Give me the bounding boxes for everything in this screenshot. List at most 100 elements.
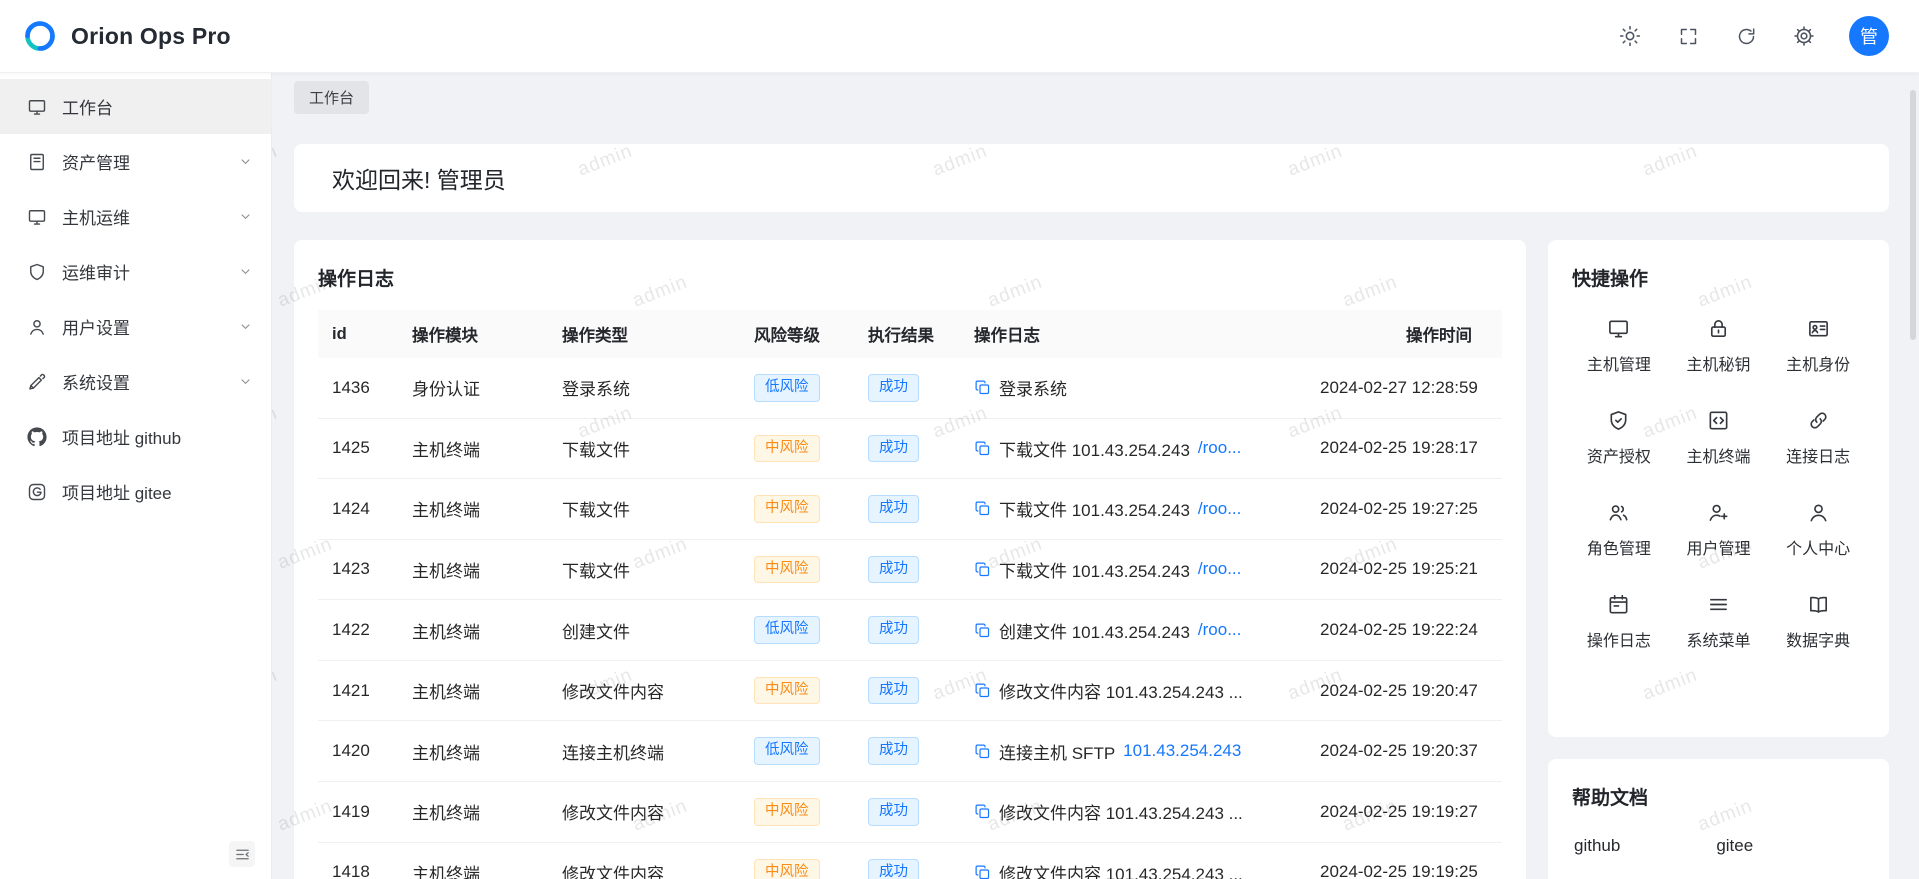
help-links: github gitee: [1572, 810, 1865, 856]
quick-action-asset-grant[interactable]: 资产授权: [1572, 409, 1666, 467]
quick-action-host-key[interactable]: 主机秘钥: [1672, 317, 1766, 375]
sidebar-item-gitee[interactable]: 项目地址 gitee: [0, 464, 271, 519]
watermark-text: admin: [272, 665, 281, 706]
copy-icon[interactable]: [974, 864, 991, 879]
log-link[interactable]: /roo...: [1198, 559, 1241, 579]
sidebar-item-label: 资产管理: [62, 149, 130, 174]
settings-gear-icon[interactable]: [1791, 23, 1817, 49]
cell-id: 1436: [318, 358, 398, 418]
copy-icon[interactable]: [974, 561, 991, 578]
sidebar-collapse-icon[interactable]: [229, 841, 255, 867]
table-row: 1424 主机终端 下载文件 中风险 成功 下载文件 101.43.254.24…: [318, 479, 1502, 540]
copy-icon[interactable]: [974, 803, 991, 820]
watermark-text: admin: [272, 141, 281, 182]
monitor-icon: [1607, 317, 1630, 340]
copy-icon[interactable]: [974, 622, 991, 639]
cell-log: 修改文件内容 101.43.254.243 ...: [960, 781, 1306, 842]
result-badge: 成功: [868, 374, 919, 402]
help-link-github[interactable]: github: [1574, 836, 1620, 856]
shield-icon: [27, 262, 47, 282]
chevron-down-icon: [238, 209, 253, 224]
cell-result: 成功: [854, 842, 960, 879]
log-link[interactable]: /roo...: [1198, 499, 1241, 519]
quick-action-system-menu[interactable]: 系统菜单: [1672, 593, 1766, 651]
table-header-row: id 操作模块 操作类型 风险等级 执行结果 操作日志 操作时间: [318, 310, 1502, 358]
team-icon: [1607, 501, 1630, 524]
cell-type: 修改文件内容: [548, 660, 740, 721]
user-avatar[interactable]: 管: [1849, 16, 1889, 56]
cell-module: 身份认证: [398, 358, 548, 418]
fullscreen-icon[interactable]: [1675, 23, 1701, 49]
sidebar-item-workbench[interactable]: 工作台: [0, 79, 271, 134]
sidebar-item-assets[interactable]: 资产管理: [0, 134, 271, 189]
cell-result: 成功: [854, 600, 960, 661]
log-text: 下载文件 101.43.254.243: [999, 436, 1190, 461]
quick-action-host-terminal[interactable]: 主机终端: [1672, 409, 1766, 467]
column-header-type: 操作类型: [548, 310, 740, 358]
risk-badge: 中风险: [754, 859, 820, 879]
log-text: 登录系统: [999, 375, 1067, 400]
quick-action-profile[interactable]: 个人中心: [1771, 501, 1865, 559]
risk-badge: 低风险: [754, 374, 820, 402]
log-link[interactable]: 101.43.254.243: [1123, 741, 1241, 761]
quick-action-data-dict[interactable]: 数据字典: [1771, 593, 1865, 651]
quick-action-role-manage[interactable]: 角色管理: [1572, 501, 1666, 559]
quick-actions-grid: 主机管理 主机秘钥 主机身份: [1572, 291, 1865, 651]
quick-action-connect-log[interactable]: 连接日志: [1771, 409, 1865, 467]
copy-icon[interactable]: [974, 440, 991, 457]
sidebar-item-label: 运维审计: [62, 259, 130, 284]
tab-workbench[interactable]: 工作台: [294, 81, 369, 114]
risk-badge: 中风险: [754, 556, 820, 584]
cell-type: 下载文件: [548, 418, 740, 479]
cell-risk: 中风险: [740, 781, 854, 842]
cell-type: 连接主机终端: [548, 721, 740, 782]
cell-risk: 低风险: [740, 358, 854, 418]
column-header-module: 操作模块: [398, 310, 548, 358]
cell-log: 修改文件内容 101.43.254.243 ...: [960, 842, 1306, 879]
copy-icon[interactable]: [974, 682, 991, 699]
cell-id: 1423: [318, 539, 398, 600]
table-row: 1420 主机终端 连接主机终端 低风险 成功 连接主机 SFTP: [318, 721, 1502, 782]
table-row: 1436 身份认证 登录系统 低风险 成功 登录系统: [318, 358, 1502, 418]
scrollbar-thumb[interactable]: [1910, 90, 1916, 340]
cell-risk: 中风险: [740, 418, 854, 479]
refresh-icon[interactable]: [1733, 23, 1759, 49]
tag-bar: 工作台: [272, 73, 1919, 122]
cell-risk: 中风险: [740, 660, 854, 721]
help-link-gitee[interactable]: gitee: [1716, 836, 1753, 856]
cell-log: 下载文件 101.43.254.243 /roo...: [960, 539, 1306, 600]
cell-module: 主机终端: [398, 842, 548, 879]
result-badge: 成功: [868, 616, 919, 644]
result-badge: 成功: [868, 798, 919, 826]
quick-action-user-manage[interactable]: 用户管理: [1672, 501, 1766, 559]
cell-module: 主机终端: [398, 781, 548, 842]
sidebar-item-audit[interactable]: 运维审计: [0, 244, 271, 299]
quick-action-operation-log[interactable]: 操作日志: [1572, 593, 1666, 651]
copy-icon[interactable]: [974, 379, 991, 396]
log-link[interactable]: /roo...: [1198, 438, 1241, 458]
watermark-text: admin: [272, 403, 281, 444]
cell-module: 主机终端: [398, 721, 548, 782]
cell-type: 修改文件内容: [548, 842, 740, 879]
theme-icon[interactable]: [1617, 23, 1643, 49]
sidebar-item-github[interactable]: 项目地址 github: [0, 409, 271, 464]
sidebar-item-system-settings[interactable]: 系统设置: [0, 354, 271, 409]
code-icon: [1707, 409, 1730, 432]
dashboard-icon: [27, 97, 47, 117]
cell-result: 成功: [854, 660, 960, 721]
quick-action-host-manage[interactable]: 主机管理: [1572, 317, 1666, 375]
chevron-down-icon: [238, 374, 253, 389]
sidebar-item-user-settings[interactable]: 用户设置: [0, 299, 271, 354]
result-badge: 成功: [868, 859, 919, 879]
log-link[interactable]: /roo...: [1198, 620, 1241, 640]
cell-time: 2024-02-25 19:22:24: [1306, 600, 1502, 661]
copy-icon[interactable]: [974, 500, 991, 517]
sidebar-item-host-ops[interactable]: 主机运维: [0, 189, 271, 244]
column-header-time: 操作时间: [1306, 310, 1502, 358]
cell-time: 2024-02-25 19:27:25: [1306, 479, 1502, 540]
column-header-id: id: [318, 310, 398, 358]
quick-action-host-identity[interactable]: 主机身份: [1771, 317, 1865, 375]
quick-actions-panel: 快捷操作 主机管理 主机秘钥: [1548, 240, 1889, 737]
copy-icon[interactable]: [974, 743, 991, 760]
cell-time: 2024-02-25 19:28:17: [1306, 418, 1502, 479]
